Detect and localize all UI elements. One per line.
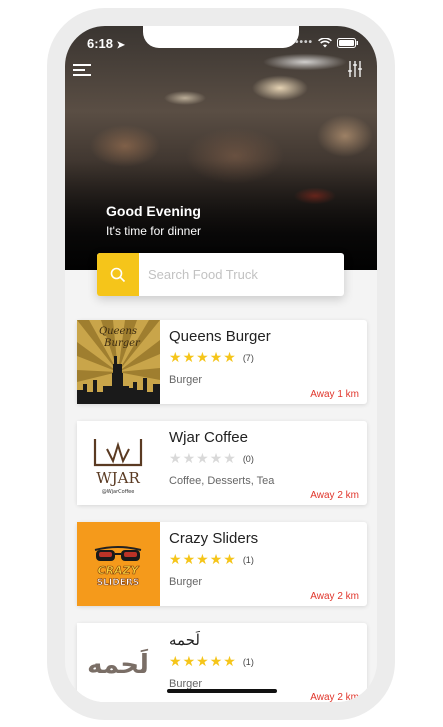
truck-category: Coffee, Desserts, Tea (169, 475, 275, 487)
greeting-title: Good Evening (106, 203, 201, 219)
truck-distance: Away 2 km (310, 692, 359, 702)
truck-name: Crazy Sliders (169, 530, 259, 547)
star-empty-icon: ★ (196, 450, 210, 466)
review-count: (1) (242, 656, 254, 667)
star-empty-icon: ★ (169, 450, 183, 466)
status-bar: 6:18 ➤ •••• (65, 34, 377, 54)
star-icon: ★ (169, 349, 183, 365)
star-empty-icon: ★ (223, 450, 237, 466)
search-input[interactable] (148, 267, 344, 282)
star-icon: ★ (209, 551, 224, 567)
location-arrow-icon: ➤ (116, 40, 126, 51)
truck-info: Queens Burger ★ ★ ★ ★ ★ (7) Burger (169, 328, 359, 386)
filter-sliders-icon[interactable] (347, 60, 363, 78)
review-count: (0) (242, 453, 254, 464)
star-icon: ★ (182, 653, 197, 669)
star-icon: ★ (182, 551, 197, 567)
crazy-sliders-logo: CRAZY SLIDERS (77, 522, 160, 606)
star-icon: ★ (196, 653, 210, 669)
rating-stars: ★ ★ ★ ★ ★ (1) (169, 653, 359, 670)
truck-category: Burger (169, 374, 203, 386)
star-icon: ★ (169, 653, 183, 669)
wifi-icon (318, 37, 332, 47)
review-count: (1) (242, 554, 254, 565)
crazy-logo-line2: SLIDERS (97, 578, 140, 588)
status-icons: •••• (295, 37, 359, 48)
lahma-logo: لَحمه (77, 623, 160, 702)
truck-category: Burger (169, 576, 203, 588)
star-icon: ★ (182, 349, 197, 365)
star-icon: ★ (169, 551, 183, 567)
truck-name: لَحمه (169, 632, 200, 649)
wjar-logo-handle: @WjarCoffee (102, 489, 135, 495)
star-empty-icon: ★ (209, 450, 224, 466)
search-icon[interactable] (97, 253, 139, 296)
truck-info: لَحمه ★ ★ ★ ★ ★ (1) Burger (169, 631, 359, 690)
rating-stars: ★ ★ ★ ★ ★ (0) (169, 450, 359, 467)
star-empty-icon: ★ (182, 450, 197, 466)
truck-card[interactable]: WJAR @WjarCoffee Wjar Coffee ★ ★ ★ ★ ★ (0) C… (77, 421, 367, 505)
greeting-block: Good Evening It's time for dinner (106, 203, 201, 238)
review-count: (7) (242, 352, 254, 363)
truck-info: Wjar Coffee ★ ★ ★ ★ ★ (0) Coffee, Desserts, … (169, 429, 359, 487)
app-screen: 6:18 ➤ •••• Good Evening It's time for d (65, 26, 377, 702)
truck-distance: Away 2 km (310, 591, 359, 602)
lahma-logo-text: لَحمه (87, 648, 149, 680)
greeting-subtitle: It's time for dinner (106, 224, 201, 238)
truck-info: Crazy Sliders ★ ★ ★ ★ ★ (1) Burger (169, 530, 359, 588)
truck-name: Queens Burger (169, 328, 271, 345)
status-time: 6:18 ➤ (87, 36, 125, 51)
star-icon: ★ (223, 653, 237, 669)
menu-icon[interactable] (73, 62, 93, 78)
star-icon: ★ (196, 349, 210, 365)
truck-card[interactable]: CRAZY SLIDERS Crazy Sliders ★ ★ ★ ★ ★ (1) Bu… (77, 522, 367, 606)
truck-name: Wjar Coffee (169, 429, 248, 446)
queens-burger-logo: Queens Burger (77, 320, 160, 404)
status-time-text: 6:18 (87, 36, 114, 51)
truck-card[interactable]: Queens Burger Queens Burger ★ ★ ★ ★ ★ (7… (77, 320, 367, 404)
home-indicator[interactable] (167, 689, 277, 693)
queens-logo-line1: Queens (99, 326, 137, 337)
star-icon: ★ (223, 551, 237, 567)
star-icon: ★ (196, 551, 210, 567)
star-icon: ★ (209, 349, 224, 365)
phone-frame: 6:18 ➤ •••• Good Evening It's time for d (47, 8, 395, 720)
crazy-logo-line1: CRAZY (98, 564, 140, 577)
rating-stars: ★ ★ ★ ★ ★ (1) (169, 551, 359, 568)
star-icon: ★ (209, 653, 224, 669)
battery-icon (337, 37, 358, 48)
search-bar (97, 253, 344, 296)
truck-distance: Away 2 km (310, 490, 359, 501)
star-icon: ★ (223, 349, 237, 365)
truck-distance: Away 1 km (310, 389, 359, 400)
wjar-coffee-logo: WJAR @WjarCoffee (77, 421, 160, 505)
queens-logo-line2: Burger (103, 338, 141, 349)
rating-stars: ★ ★ ★ ★ ★ (7) (169, 349, 359, 366)
signal-dots-icon: •••• (294, 37, 313, 48)
wjar-logo-text: WJAR (96, 469, 140, 487)
